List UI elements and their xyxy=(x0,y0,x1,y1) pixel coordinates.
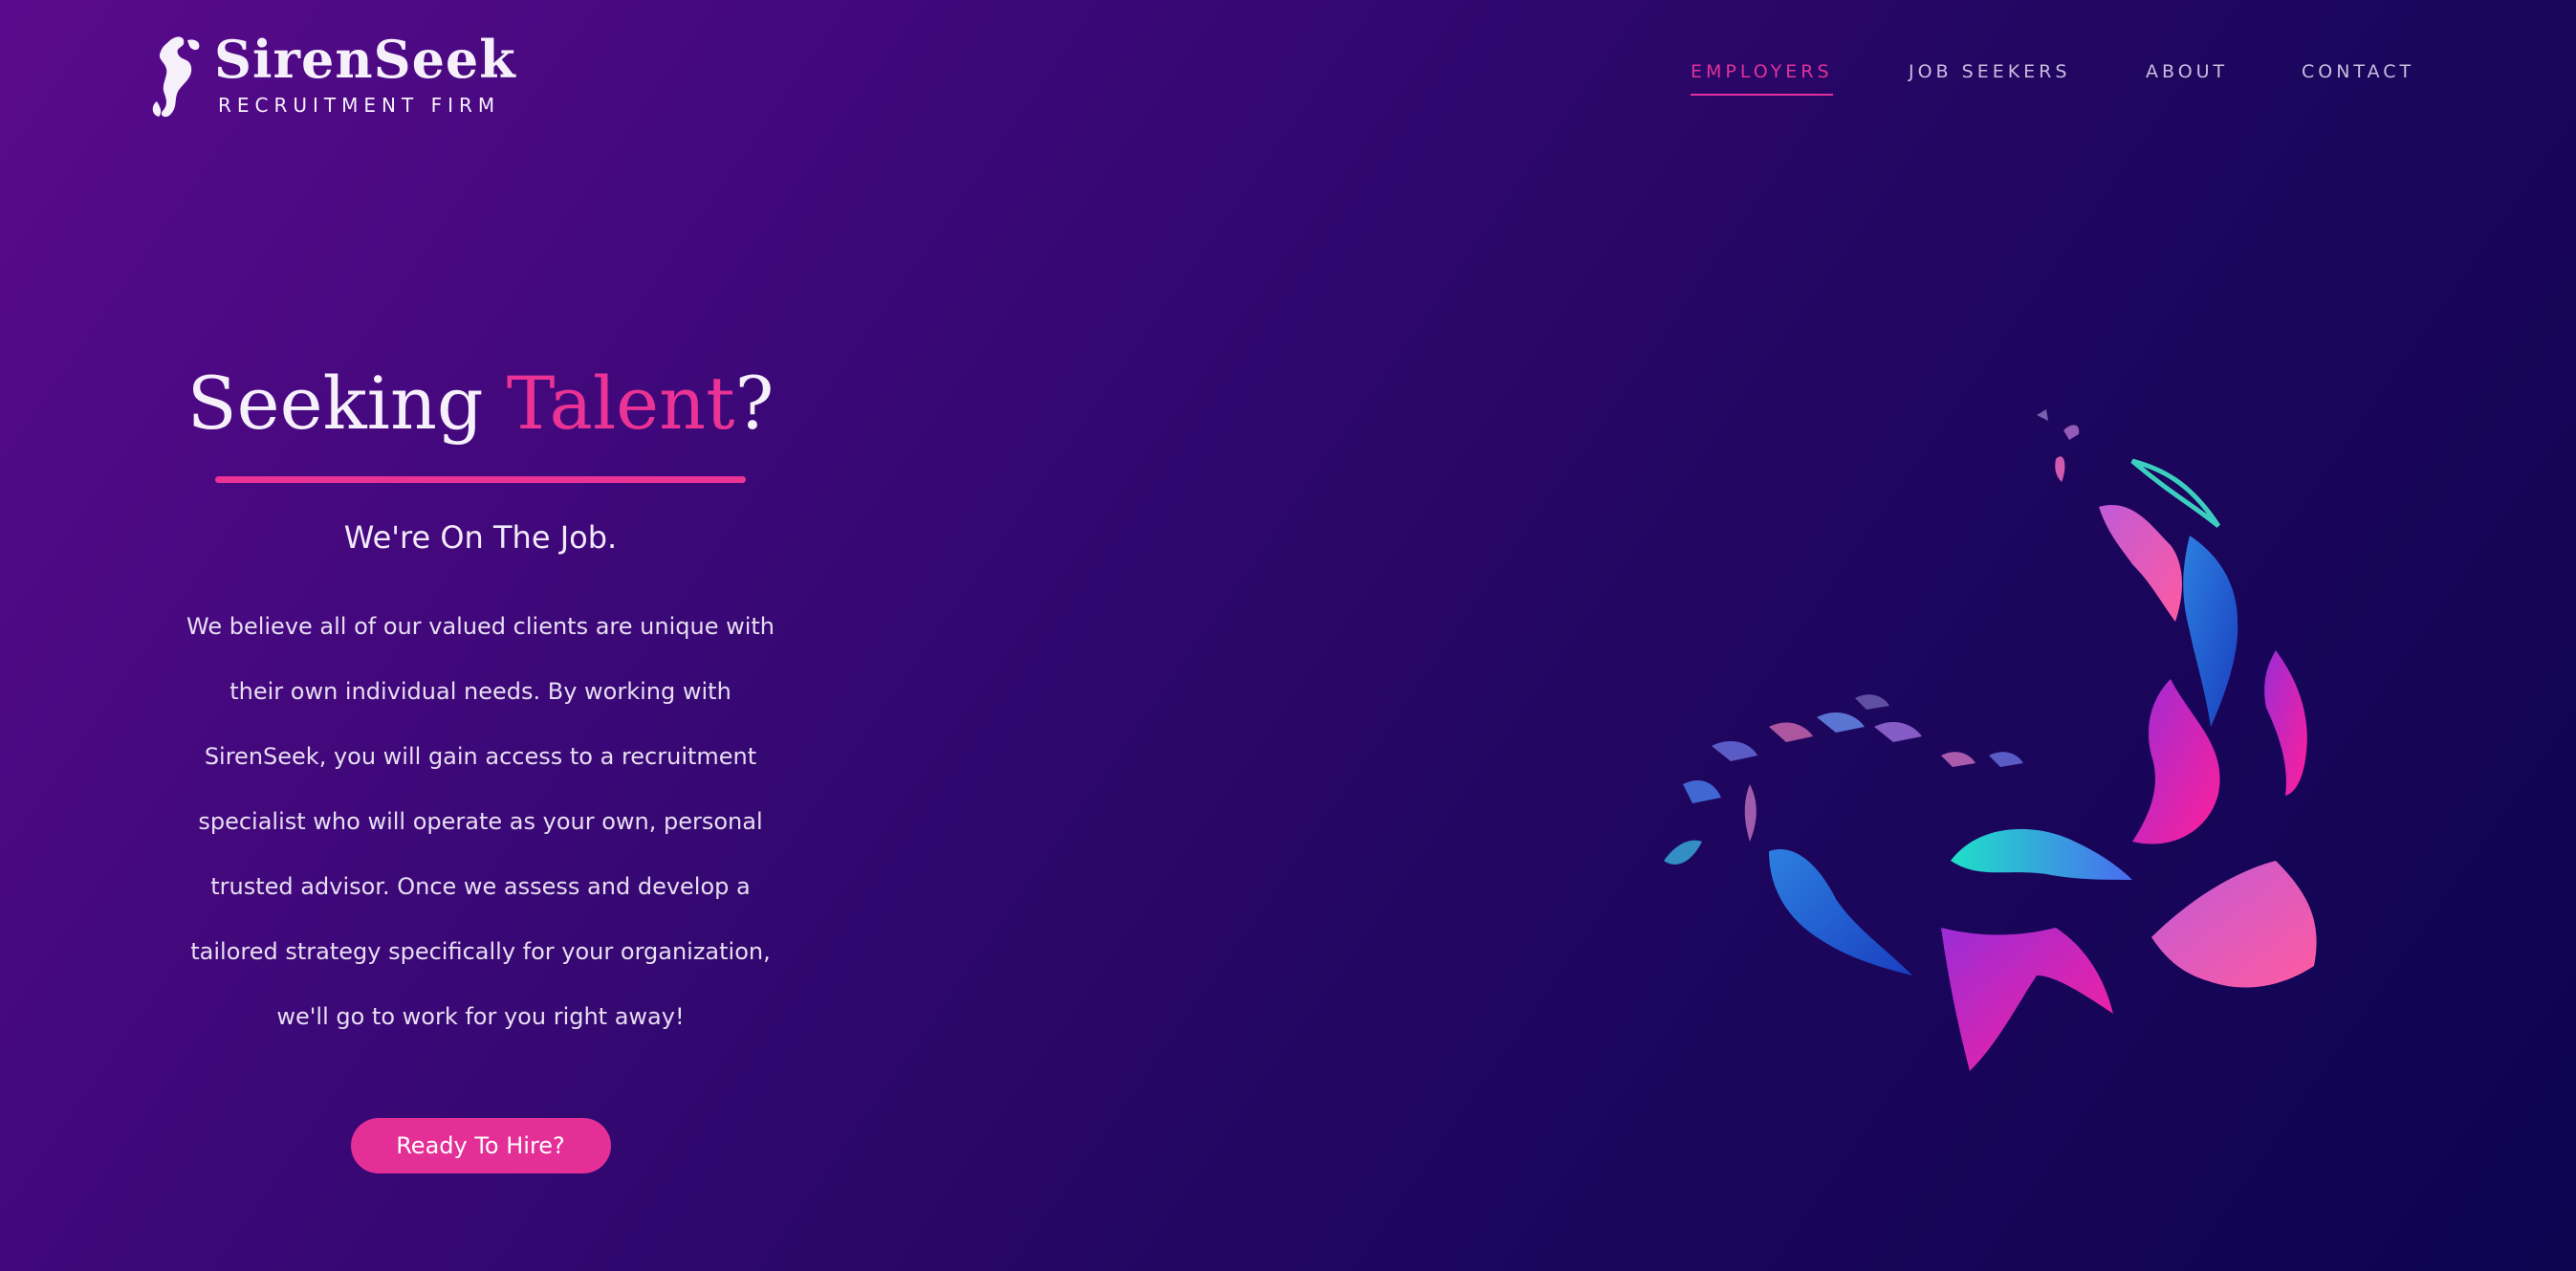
nav-contact[interactable]: CONTACT xyxy=(2302,61,2414,82)
nav-about[interactable]: ABOUT xyxy=(2146,61,2228,82)
school-of-fish-illustration xyxy=(1664,409,2317,1071)
hero-body-text: We believe all of our valued clients are… xyxy=(186,613,775,1030)
nav-job-seekers[interactable]: JOB SEEKERS xyxy=(1909,61,2070,82)
nav-employers-label: EMPLOYERS xyxy=(1691,61,1833,82)
hero-section: Seeking Talent? We're On The Job. We bel… xyxy=(186,344,775,1173)
nav-about-label: ABOUT xyxy=(2146,61,2229,82)
hero-title-part1: Seeking xyxy=(186,361,507,446)
nav-contact-label: CONTACT xyxy=(2302,61,2415,82)
nav-active-underline xyxy=(1691,94,1833,96)
hero-title-accent: Talent xyxy=(506,361,735,446)
hero-title-part2: ? xyxy=(734,361,775,446)
hero-divider xyxy=(215,476,746,483)
nav-employers[interactable]: EMPLOYERS xyxy=(1691,61,1833,96)
hero-subtitle: We're On The Job. xyxy=(343,519,618,556)
hero-title: Seeking Talent? xyxy=(186,344,775,463)
main-nav: EMPLOYERS JOB SEEKERS ABOUT CONTACT xyxy=(0,61,2576,99)
ready-to-hire-button[interactable]: Ready To Hire? xyxy=(350,1118,611,1173)
nav-job-seekers-label: JOB SEEKERS xyxy=(1909,61,2071,82)
